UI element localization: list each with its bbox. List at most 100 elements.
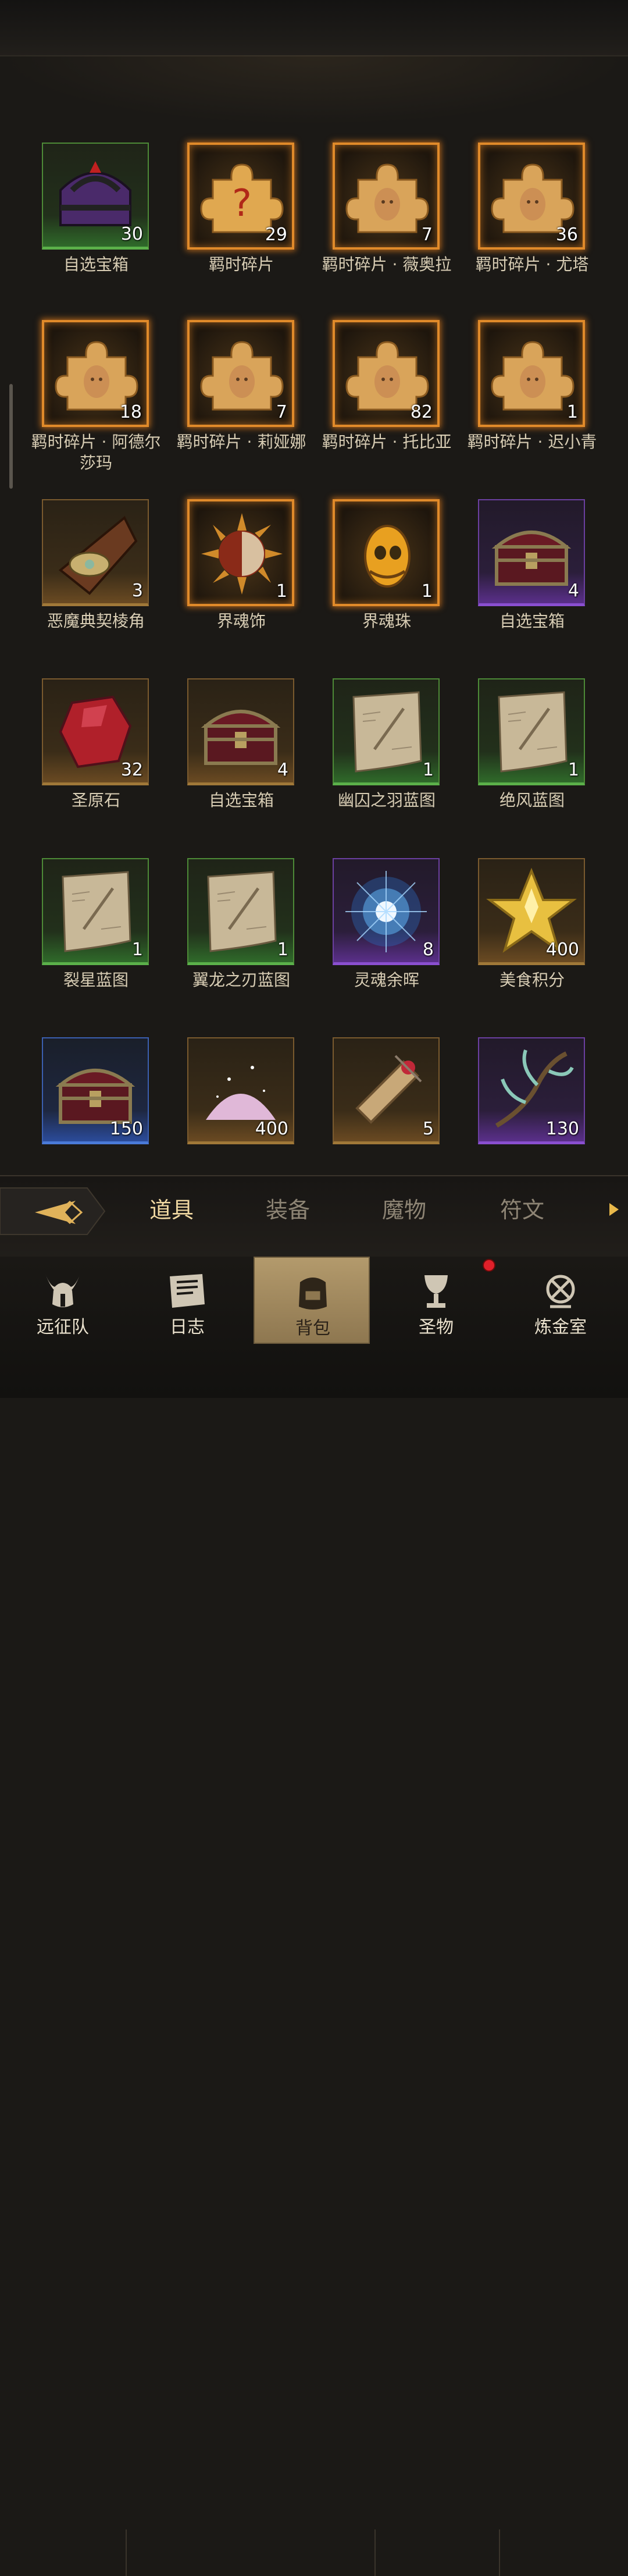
- inventory-item[interactable]: 1 裂星蓝图: [6, 858, 151, 1004]
- inventory-item[interactable]: 1 翼龙之刃蓝图: [151, 858, 297, 1004]
- nav-journal[interactable]: 日志: [129, 1257, 245, 1344]
- item-count: 400: [545, 940, 579, 960]
- item-slot[interactable]: 3: [42, 499, 149, 606]
- inventory-item[interactable]: 150: [6, 1037, 151, 1183]
- puzzle-portrait-icon: [345, 163, 429, 233]
- item-slot[interactable]: 5: [333, 1037, 440, 1144]
- item-count: 4: [568, 581, 579, 601]
- item-count: 8: [422, 940, 434, 960]
- inventory-item[interactable]: 400: [151, 1037, 297, 1183]
- item-slot[interactable]: 18: [42, 320, 149, 427]
- inventory-item[interactable]: 1 羁时碎片 · 迟小青: [442, 320, 597, 465]
- nav-label: 背包: [295, 1318, 330, 1339]
- item-count: 1: [276, 581, 287, 602]
- item-count: 18: [119, 402, 142, 422]
- inventory-item[interactable]: 5: [297, 1037, 442, 1183]
- inventory-item[interactable]: 82 羁时碎片 · 托比亚: [297, 320, 451, 465]
- svg-text:?: ?: [232, 182, 252, 225]
- item-count: 3: [131, 581, 143, 601]
- nav-relics[interactable]: 圣物: [378, 1257, 494, 1344]
- item-count: 1: [421, 581, 433, 602]
- blue-spark-icon: [345, 871, 427, 952]
- item-name: 羁时碎片 · 薇奥拉: [322, 255, 452, 274]
- inventory-item[interactable]: 8 灵魂余晖: [297, 858, 442, 1004]
- item-slot[interactable]: 1: [187, 499, 294, 606]
- item-slot[interactable]: 1: [333, 499, 440, 606]
- item-name: 羁时碎片 · 托比亚: [322, 432, 452, 451]
- item-slot[interactable]: 32: [42, 678, 149, 785]
- backpack-icon: [299, 1278, 327, 1310]
- inventory-item[interactable]: 3 恶魔典契棱角: [6, 499, 151, 645]
- nav-expedition[interactable]: 远征队: [5, 1257, 121, 1344]
- inventory-item[interactable]: 18 羁时碎片 · 阿德尔莎玛: [6, 320, 160, 472]
- item-count: 150: [109, 1119, 143, 1139]
- nav-divider: [126, 2529, 127, 2576]
- item-count: 82: [410, 402, 433, 422]
- item-name: 圣原石: [71, 791, 120, 810]
- item-count: 7: [276, 402, 287, 422]
- inventory-item[interactable]: 4 自选宝箱: [442, 499, 587, 645]
- item-count: 7: [421, 225, 433, 245]
- inventory-item[interactable]: 36 羁时碎片 · 尤塔: [442, 143, 588, 288]
- item-name: 自选宝箱: [63, 255, 129, 274]
- item-name: 翼龙之刃蓝图: [192, 970, 290, 990]
- item-slot[interactable]: 1: [187, 858, 294, 965]
- inventory-item[interactable]: 1 界魂珠: [297, 499, 442, 645]
- item-slot[interactable]: 4: [187, 678, 294, 785]
- item-slot[interactable]: 7: [333, 143, 440, 250]
- journal-icon: [170, 1274, 205, 1308]
- item-slot[interactable]: 7: [187, 320, 294, 427]
- item-name: 羁时碎片 · 尤塔: [475, 255, 589, 274]
- item-slot[interactable]: 130: [478, 1037, 585, 1144]
- item-slot[interactable]: 1: [42, 858, 149, 965]
- inventory-grid: 30 自选宝箱? 29 羁时碎片 7 羁时碎片 · 薇奥拉 36 羁时碎片 · 尤塔 18 羁时碎…: [0, 0, 628, 1164]
- item-name: 羁时碎片: [208, 255, 274, 274]
- item-slot[interactable]: 150: [42, 1037, 149, 1144]
- treasure-chest-icon: [491, 531, 572, 586]
- item-slot[interactable]: ? 29: [187, 143, 294, 250]
- nav-label: 圣物: [419, 1317, 454, 1337]
- soul-bead-icon: [364, 525, 411, 588]
- inventory-item[interactable]: 1 界魂饰: [151, 499, 297, 645]
- chalice-icon: [424, 1275, 448, 1308]
- item-name: 羁时碎片 · 迟小青: [467, 432, 597, 451]
- tab-items[interactable]: 道具: [131, 1193, 212, 1227]
- inventory-item[interactable]: 1 绝风蓝图: [442, 678, 587, 824]
- inventory-item[interactable]: 32 圣原石: [6, 678, 151, 824]
- inventory-item[interactable]: 400 美食积分: [442, 858, 587, 1004]
- nav-backpack[interactable]: 背包: [254, 1257, 370, 1344]
- item-slot[interactable]: 4: [478, 499, 585, 606]
- inventory-item[interactable]: 7 羁时碎片 · 莉娅娜: [151, 320, 306, 465]
- back-arrow-icon[interactable]: [0, 1182, 110, 1240]
- treasure-chest-icon: [201, 710, 281, 765]
- item-slot[interactable]: 8: [333, 858, 440, 965]
- item-count: 1: [422, 760, 434, 780]
- item-slot[interactable]: 1: [333, 678, 440, 785]
- alchemy-icon: [546, 1275, 575, 1308]
- item-slot[interactable]: 36: [478, 143, 585, 250]
- viking-helmet-icon: [45, 1274, 80, 1307]
- inventory-item[interactable]: ? 29 羁时碎片: [151, 143, 297, 288]
- tab-equipment[interactable]: 装备: [247, 1193, 329, 1227]
- inventory-item[interactable]: 7 羁时碎片 · 薇奥拉: [297, 143, 451, 288]
- tab-monsters[interactable]: 魔物: [363, 1193, 445, 1227]
- item-name: 自选宝箱: [208, 791, 274, 810]
- item-count: 130: [545, 1119, 579, 1139]
- item-slot[interactable]: 1: [478, 678, 585, 785]
- item-slot[interactable]: 1: [478, 320, 585, 427]
- item-slot[interactable]: 82: [333, 320, 440, 427]
- nav-divider: [374, 2529, 376, 2576]
- inventory-item[interactable]: 130: [442, 1037, 587, 1183]
- item-slot[interactable]: 30: [42, 143, 149, 250]
- chevron-right-icon[interactable]: [605, 1201, 622, 1218]
- inventory-item[interactable]: 4 自选宝箱: [151, 678, 297, 824]
- item-count: 1: [568, 760, 579, 780]
- item-slot[interactable]: 400: [187, 1037, 294, 1144]
- inventory-item[interactable]: 30 自选宝箱: [6, 143, 151, 288]
- item-count: 29: [265, 225, 287, 245]
- tab-runes[interactable]: 符文: [481, 1193, 563, 1227]
- inventory-item[interactable]: 1 幽囚之羽蓝图: [297, 678, 442, 824]
- item-slot[interactable]: 400: [478, 858, 585, 965]
- nav-alchemy[interactable]: 炼金室: [502, 1257, 619, 1344]
- puzzle-portrait-icon: [491, 341, 575, 411]
